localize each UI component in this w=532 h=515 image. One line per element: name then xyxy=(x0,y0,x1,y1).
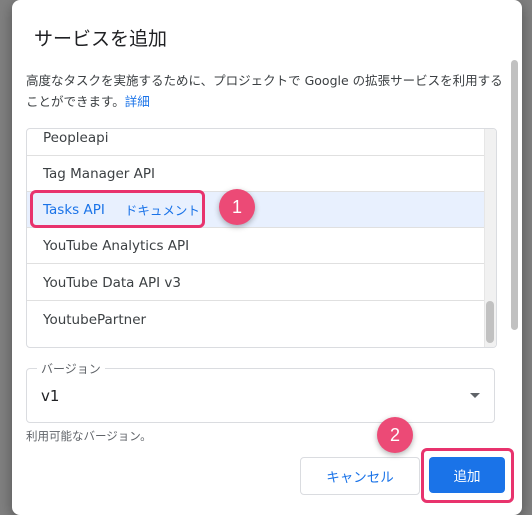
scrollbar-thumb[interactable] xyxy=(486,301,494,343)
service-name: YouTube Data API v3 xyxy=(43,274,181,291)
service-list: Peopleapi Tag Manager API Tasks API ドキュメ… xyxy=(26,128,497,348)
service-name: YouTube Analytics API xyxy=(43,237,190,254)
cancel-button[interactable]: キャンセル xyxy=(300,457,420,495)
list-scrollbar[interactable] xyxy=(484,129,496,347)
highlight-tasks-api xyxy=(30,190,205,228)
list-item[interactable]: YoutubePartner xyxy=(27,302,485,338)
description-text: 高度なタスクを実施するために、プロジェクトで Google の拡張サービスを利用… xyxy=(26,73,503,109)
chevron-down-icon xyxy=(470,393,480,398)
dialog-title: サービスを追加 xyxy=(34,28,168,50)
version-select[interactable]: バージョン v1 xyxy=(26,360,495,423)
version-label: バージョン xyxy=(37,360,105,377)
highlight-add-button xyxy=(421,448,514,503)
version-value: v1 xyxy=(41,387,60,405)
list-item[interactable]: YouTube Data API v3 xyxy=(27,265,485,301)
dialog-scrollbar[interactable] xyxy=(511,60,518,330)
service-name: YoutubePartner xyxy=(43,312,147,328)
service-name: Peopleapi xyxy=(43,129,109,146)
version-helper-text: 利用可能なバージョン。 xyxy=(26,429,152,443)
dialog-description: 高度なタスクを実施するために、プロジェクトで Google の拡張サービスを利用… xyxy=(26,70,506,112)
list-item[interactable]: Peopleapi xyxy=(27,129,485,156)
list-item[interactable]: Tag Manager API xyxy=(27,156,485,192)
add-service-dialog: サービスを追加 高度なタスクを実施するために、プロジェクトで Google の拡… xyxy=(12,0,522,515)
details-link[interactable]: 詳細 xyxy=(125,94,150,109)
step-badge-1: 1 xyxy=(219,189,255,225)
list-item[interactable]: YouTube Analytics API xyxy=(27,228,485,264)
step-badge-2: 2 xyxy=(377,417,413,453)
service-name: Tag Manager API xyxy=(43,165,155,182)
